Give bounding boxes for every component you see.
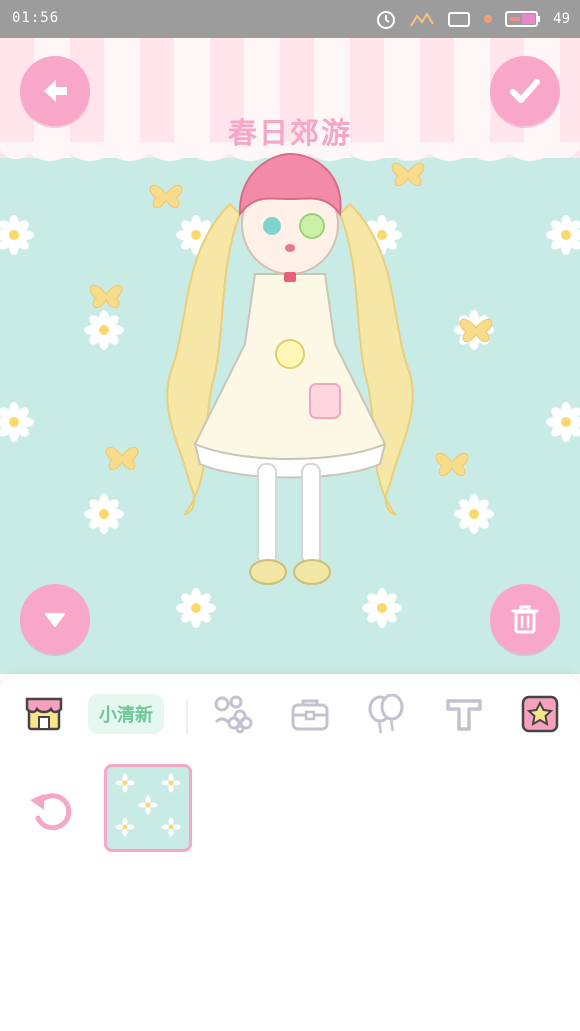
battery-icon [505,11,541,27]
battery-level: 49 [553,11,570,27]
tab-balloons[interactable] [362,692,410,736]
bag-icon [291,699,329,731]
notification-icon [484,15,493,23]
undo-button[interactable] [24,782,82,840]
dressup-scene: 春日郊游 [0,38,580,674]
item-thumbnail-daisy-background[interactable] [104,764,192,852]
tab-fresh[interactable]: 小清新 [88,694,164,734]
text-icon [446,699,482,731]
tab-shop[interactable] [20,692,68,736]
character-doll [166,152,414,585]
tab-favorites[interactable] [516,692,564,736]
arrow-left-icon [44,80,67,102]
undo-icon [30,793,72,831]
shop-icon [25,697,63,731]
status-bar: 01:56 49 [0,0,580,38]
tab-divider [186,700,188,734]
page-title: 春日郊游 [227,116,352,150]
checkmark-icon [510,79,540,103]
status-icons: 49 [375,6,570,32]
triangle-down-icon [45,613,65,627]
delete-button[interactable] [490,584,560,654]
collapse-panel-button[interactable] [20,584,90,654]
screen-icon [448,12,471,27]
alarm-icon [377,11,396,29]
category-tab-bar: 小清新 [0,686,580,746]
trash-icon [511,605,539,634]
signal-icon [410,12,434,27]
back-button[interactable] [20,56,90,126]
tab-text[interactable] [440,692,488,736]
balloon-icon [368,694,404,734]
confirm-button[interactable] [490,56,560,126]
daisy-thumbnail-icon [115,773,181,837]
item-panel: 小清新 [0,674,580,1031]
flower-accessory-icon [214,695,253,734]
tab-bags[interactable] [286,692,334,736]
status-time: 01:56 [12,10,60,26]
star-badge-icon [521,695,559,733]
tab-accessories[interactable] [208,692,256,736]
